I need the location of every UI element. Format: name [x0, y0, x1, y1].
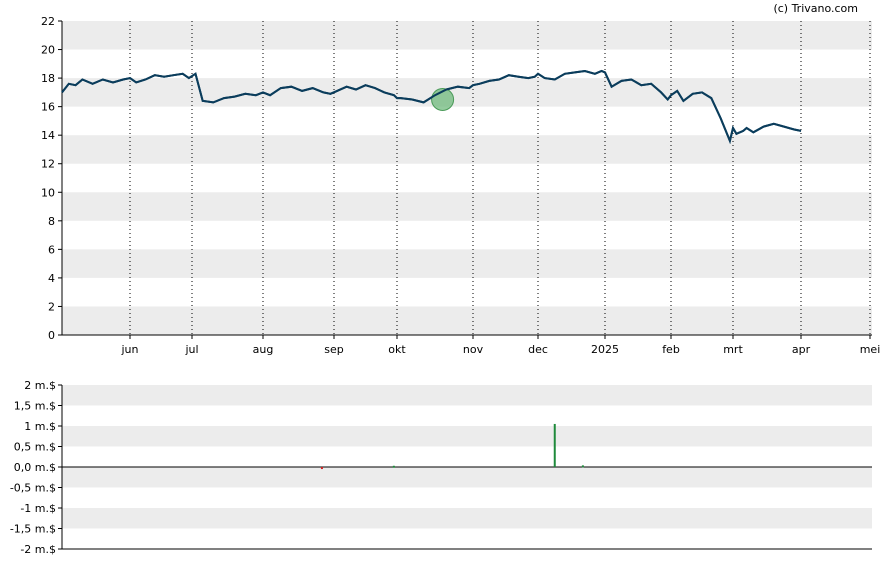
price-grid-band — [62, 21, 872, 50]
volume-bar — [553, 423, 556, 467]
price-y-tick-label: 8 — [48, 215, 55, 228]
price-x-tick-label: nov — [463, 343, 484, 356]
volume-y-tick-label: 1 m.$ — [24, 420, 56, 433]
price-grid-band — [62, 135, 872, 164]
price-x-tick-label: jun — [121, 343, 139, 356]
price-x-tick-label: mei — [860, 343, 881, 356]
credit-label: (c) Trivano.com — [773, 2, 858, 15]
volume-y-tick-label: -0,5 m.$ — [10, 482, 56, 495]
volume-y-tick-label: 2 m.$ — [24, 379, 56, 392]
price-x-tick-label: jul — [184, 343, 198, 356]
volume-grid-band — [62, 508, 872, 529]
price-y-tick-label: 0 — [48, 329, 55, 342]
price-y-tick-label: 14 — [41, 129, 55, 142]
chart-area: 0 2 4 6 8 10 12 14 16 18 20 22 jun jul aug sep okt nov dec… — [0, 0, 888, 565]
chart-svg: 0 2 4 6 8 10 12 14 16 18 20 22 jun jul aug sep okt nov dec… — [10, 15, 881, 556]
price-x-tick-label: aug — [253, 343, 274, 356]
volume-grid-band — [62, 426, 872, 447]
volume-bar — [320, 467, 323, 470]
price-x-tick-label: mrt — [723, 343, 743, 356]
price-grid-band — [62, 249, 872, 278]
volume-bar — [581, 465, 584, 468]
price-y-tick-label: 20 — [41, 44, 55, 57]
price-x-tick-label: feb — [662, 343, 680, 356]
price-y-tick-label: 16 — [41, 101, 55, 114]
price-grid-band — [62, 78, 872, 107]
price-y-tick-label: 22 — [41, 15, 55, 28]
price-y-tick-label: 10 — [41, 186, 55, 199]
price-x-tick-label: sep — [324, 343, 343, 356]
price-y-tick-label: 6 — [48, 243, 55, 256]
price-x-tick-label: apr — [792, 343, 811, 356]
price-y-tick-label: 2 — [48, 300, 55, 313]
volume-grid-band — [62, 385, 872, 406]
price-grid-band — [62, 192, 872, 221]
volume-y-tick-label: 0,0 m.$ — [14, 461, 56, 474]
price-x-tick-label: dec — [528, 343, 548, 356]
volume-y-tick-label: -2 m.$ — [20, 543, 56, 556]
price-grid-band — [62, 306, 872, 335]
price-y-tick-label: 18 — [41, 72, 55, 85]
volume-grid-band — [62, 467, 872, 488]
volume-y-tick-label: -1 m.$ — [20, 502, 56, 515]
volume-y-tick-label: -1,5 m.$ — [10, 523, 56, 536]
price-y-tick-label: 12 — [41, 158, 55, 171]
volume-bar — [392, 465, 395, 468]
volume-y-tick-label: 1,5 m.$ — [14, 400, 56, 413]
price-y-tick-label: 4 — [48, 272, 55, 285]
volume-y-tick-label: 0,5 m.$ — [14, 441, 56, 454]
price-x-tick-label: 2025 — [591, 343, 619, 356]
price-x-tick-label: okt — [388, 343, 406, 356]
